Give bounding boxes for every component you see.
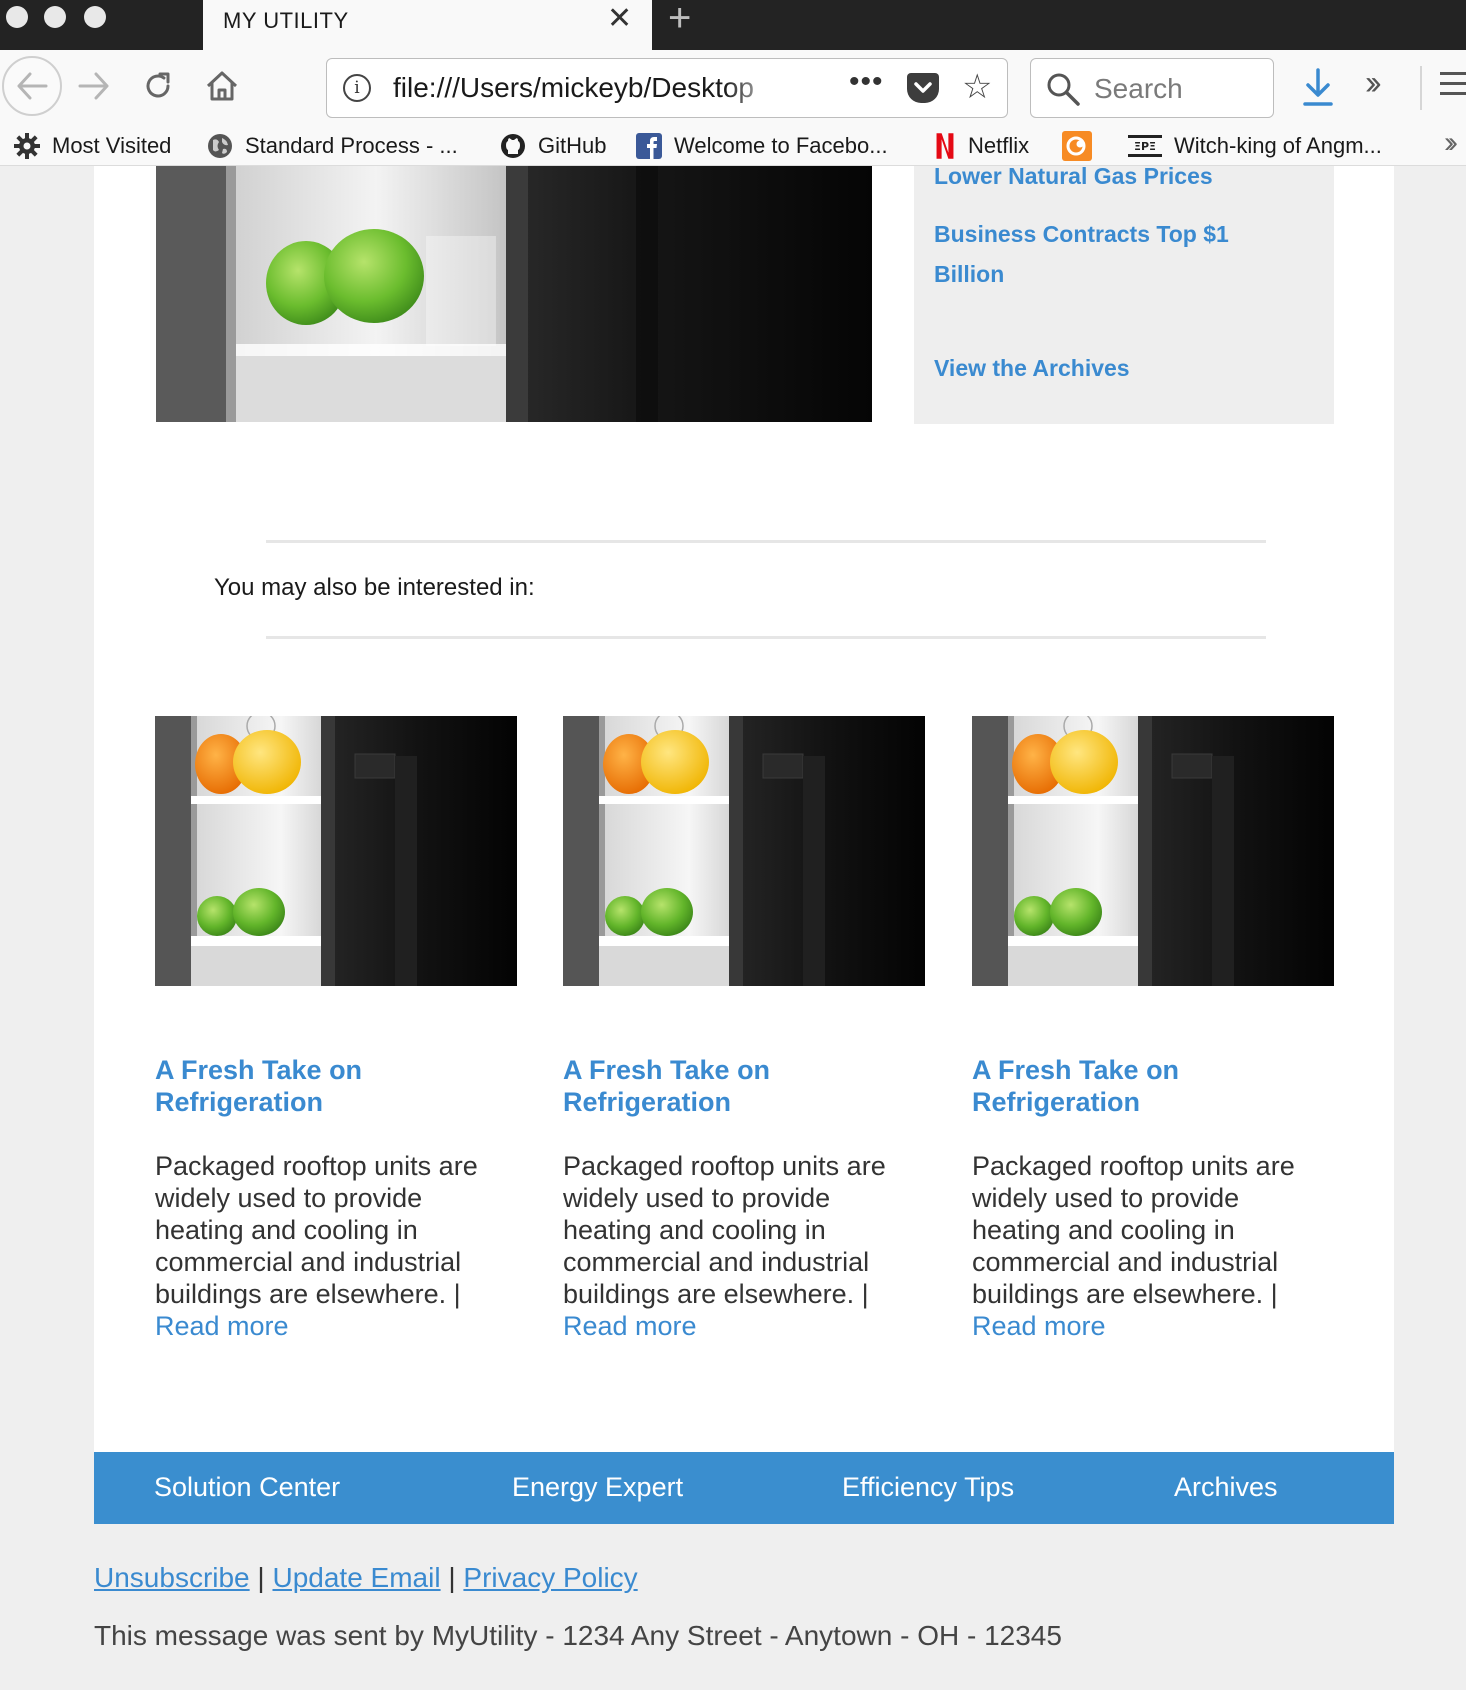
reload-icon bbox=[146, 72, 170, 98]
search-bar[interactable]: Search bbox=[1030, 58, 1274, 118]
card-body: Packaged rooftop units are widely used t… bbox=[563, 1151, 886, 1341]
footer-link-efficiency-tips[interactable]: Efficiency Tips bbox=[842, 1472, 1014, 1503]
card-body: Packaged rooftop units are widely used t… bbox=[155, 1151, 478, 1341]
crunchyroll-icon bbox=[1062, 131, 1092, 161]
update-email-link[interactable]: Update Email bbox=[272, 1562, 440, 1593]
divider-top bbox=[266, 540, 1266, 543]
card-title[interactable]: A Fresh Take on Refrigeration bbox=[155, 1054, 517, 1118]
netflix-icon bbox=[936, 133, 954, 159]
site-info-icon[interactable]: i bbox=[343, 74, 371, 102]
footer-link-archives[interactable]: Archives bbox=[1174, 1472, 1278, 1503]
headlines-sidebar: Lower Natural Gas Prices Business Contra… bbox=[914, 166, 1334, 424]
link-separator: | bbox=[257, 1562, 265, 1593]
sender-address: This message was sent by MyUtility - 123… bbox=[94, 1620, 1062, 1651]
forward-arrow-icon bbox=[78, 72, 109, 100]
site-icon: ΞΡΞ bbox=[1128, 135, 1162, 157]
link-separator: | bbox=[448, 1562, 456, 1593]
home-button[interactable] bbox=[194, 58, 250, 114]
bookmark-most-visited[interactable]: Most Visited bbox=[14, 130, 171, 162]
bookmark-label: Most Visited bbox=[52, 133, 172, 158]
card-fridge-image[interactable] bbox=[563, 716, 925, 986]
article-card: A Fresh Take on Refrigeration Packaged r… bbox=[155, 716, 517, 1342]
hero-fridge-image bbox=[156, 166, 872, 422]
bookmarks-toolbar: Most Visited Standard Process - ... GitH… bbox=[0, 126, 1466, 166]
sidebar-link-archives[interactable]: View the Archives bbox=[934, 348, 1294, 388]
card-fridge-image[interactable] bbox=[972, 716, 1334, 986]
bookmark-label: GitHub bbox=[538, 133, 607, 158]
page-viewport[interactable]: Lower Natural Gas Prices Business Contra… bbox=[0, 166, 1466, 1690]
card-fridge-image[interactable] bbox=[155, 716, 517, 986]
navigation-toolbar: i file:///Users/mickeyb/Desktop ••• ☆ Se… bbox=[0, 50, 1466, 126]
read-more-link[interactable]: Read more bbox=[563, 1311, 697, 1341]
new-tab-icon[interactable]: + bbox=[668, 0, 691, 38]
bookmark-crunchyroll[interactable] bbox=[1062, 130, 1104, 162]
overflow-chevron-icon[interactable]: ›› bbox=[1365, 64, 1381, 103]
privacy-policy-link[interactable]: Privacy Policy bbox=[463, 1562, 637, 1593]
unsubscribe-link[interactable]: Unsubscribe bbox=[94, 1562, 250, 1593]
window-close-button[interactable] bbox=[6, 6, 28, 28]
bookmark-label: Welcome to Facebo... bbox=[674, 133, 888, 158]
read-more-link[interactable]: Read more bbox=[972, 1311, 1106, 1341]
divider-bottom bbox=[266, 636, 1266, 639]
back-arrow-icon bbox=[17, 72, 48, 100]
github-icon bbox=[501, 134, 525, 158]
article-card: A Fresh Take on Refrigeration Packaged r… bbox=[972, 716, 1334, 1342]
card-body: Packaged rooftop units are widely used t… bbox=[972, 1151, 1295, 1341]
email-body: Lower Natural Gas Prices Business Contra… bbox=[94, 166, 1394, 1452]
gear-icon bbox=[14, 133, 40, 159]
bookmark-standard-process[interactable]: Standard Process - ... bbox=[207, 130, 458, 162]
globe-icon bbox=[208, 134, 232, 158]
sidebar-link-gas-prices[interactable]: Lower Natural Gas Prices bbox=[934, 166, 1294, 196]
svg-text:ΞΡΞ: ΞΡΞ bbox=[1134, 140, 1156, 153]
active-tab[interactable]: MY UTILITY ✕ bbox=[203, 0, 652, 50]
reload-button[interactable] bbox=[130, 58, 186, 114]
bookmark-label: Netflix bbox=[968, 133, 1030, 158]
home-icon bbox=[206, 71, 238, 101]
url-text[interactable]: file:///Users/mickeyb/Desktop bbox=[393, 72, 783, 104]
bookmark-label: Standard Process - ... bbox=[245, 133, 458, 158]
footer-navigation: Solution Center Energy Expert Efficiency… bbox=[94, 1452, 1394, 1524]
bookmark-label: Witch-king of Angm... bbox=[1174, 133, 1382, 158]
tab-title: MY UTILITY bbox=[223, 8, 349, 33]
hamburger-menu-icon[interactable] bbox=[1440, 72, 1466, 102]
read-more-link[interactable]: Read more bbox=[155, 1311, 289, 1341]
article-card: A Fresh Take on Refrigeration Packaged r… bbox=[563, 716, 925, 1342]
bookmark-witch-king[interactable]: ΞΡΞ Witch-king of Angm... bbox=[1128, 130, 1382, 162]
window-zoom-button[interactable] bbox=[84, 6, 106, 28]
url-bar[interactable]: i file:///Users/mickeyb/Desktop ••• ☆ bbox=[326, 58, 1008, 118]
toolbar-separator bbox=[1420, 66, 1422, 110]
footer-link-solution-center[interactable]: Solution Center bbox=[154, 1472, 340, 1503]
tab-close-icon[interactable]: ✕ bbox=[607, 4, 632, 34]
tab-bar: MY UTILITY ✕ + bbox=[0, 0, 1466, 50]
bookmark-netflix[interactable]: Netflix bbox=[934, 130, 1029, 162]
window-minimize-button[interactable] bbox=[44, 6, 66, 28]
bookmark-github[interactable]: GitHub bbox=[500, 130, 606, 162]
bookmarks-overflow-chevron-icon[interactable]: ›› bbox=[1444, 126, 1458, 160]
pocket-icon[interactable] bbox=[907, 73, 939, 103]
footer-link-energy-expert[interactable]: Energy Expert bbox=[512, 1472, 683, 1503]
search-input[interactable]: Search bbox=[1094, 73, 1183, 105]
sidebar-link-business-contracts[interactable]: Business Contracts Top $1 Billion bbox=[934, 214, 1294, 294]
search-icon bbox=[1047, 73, 1080, 106]
page-actions-icon[interactable]: ••• bbox=[849, 65, 884, 99]
card-title[interactable]: A Fresh Take on Refrigeration bbox=[563, 1054, 925, 1118]
forward-button[interactable] bbox=[66, 58, 122, 114]
download-icon[interactable] bbox=[1302, 68, 1334, 108]
back-button[interactable] bbox=[2, 56, 62, 116]
bookmark-facebook[interactable]: Welcome to Facebo... bbox=[636, 130, 888, 162]
bookmark-star-icon[interactable]: ☆ bbox=[962, 67, 992, 107]
email-preferences-links: Unsubscribe | Update Email | Privacy Pol… bbox=[94, 1562, 638, 1594]
card-title[interactable]: A Fresh Take on Refrigeration bbox=[972, 1054, 1334, 1118]
facebook-icon bbox=[636, 133, 662, 159]
interest-heading: You may also be interested in: bbox=[214, 574, 535, 601]
